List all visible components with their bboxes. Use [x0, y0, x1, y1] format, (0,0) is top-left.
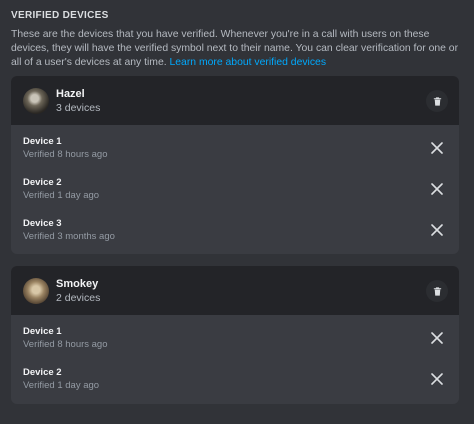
- verified-devices-panel: VERIFIED DEVICES These are the devices t…: [0, 0, 474, 424]
- section-title: VERIFIED DEVICES: [11, 10, 109, 21]
- remove-device-button[interactable]: [429, 222, 445, 238]
- clear-all-devices-button[interactable]: [426, 280, 448, 302]
- device-row: Device 1 Verified 8 hours ago: [11, 128, 459, 169]
- device-list: Device 1 Verified 8 hours ago Device 2 V…: [11, 315, 459, 400]
- user-name: Smokey: [56, 277, 99, 290]
- device-row: Device 3 Verified 3 months ago: [11, 210, 459, 251]
- device-list: Device 1 Verified 8 hours ago Device 2 V…: [11, 125, 459, 251]
- device-row: Device 2 Verified 1 day ago: [11, 169, 459, 210]
- device-verified-time: Verified 3 months ago: [23, 231, 115, 242]
- remove-device-button[interactable]: [429, 330, 445, 346]
- device-name: Device 1: [23, 136, 62, 147]
- device-name: Device 3: [23, 218, 62, 229]
- device-verified-time: Verified 8 hours ago: [23, 149, 108, 160]
- device-count: 2 devices: [56, 291, 101, 304]
- device-verified-time: Verified 1 day ago: [23, 190, 100, 201]
- user-card-header: Smokey 2 devices: [11, 266, 459, 315]
- user-name: Hazel: [56, 87, 85, 100]
- remove-device-button[interactable]: [429, 140, 445, 156]
- clear-all-devices-button[interactable]: [426, 90, 448, 112]
- close-icon: [431, 224, 443, 236]
- device-name: Device 1: [23, 326, 62, 337]
- device-row: Device 2 Verified 1 day ago: [11, 359, 459, 400]
- avatar: [23, 87, 49, 114]
- user-card-header: Hazel 3 devices: [11, 76, 459, 125]
- trash-icon: [433, 96, 441, 106]
- close-icon: [431, 332, 443, 344]
- device-verified-time: Verified 1 day ago: [23, 380, 100, 391]
- avatar: [23, 277, 49, 304]
- user-info: Hazel 3 devices: [56, 87, 100, 115]
- learn-more-link[interactable]: Learn more about verified devices: [170, 57, 327, 68]
- remove-device-button[interactable]: [429, 371, 445, 387]
- device-count: 3 devices: [56, 101, 101, 114]
- section-description: These are the devices that you have veri…: [11, 28, 463, 70]
- user-info: Smokey 2 devices: [56, 277, 100, 305]
- close-icon: [431, 142, 443, 154]
- device-verified-time: Verified 8 hours ago: [23, 339, 108, 350]
- device-name: Device 2: [23, 177, 62, 188]
- remove-device-button[interactable]: [429, 181, 445, 197]
- device-name: Device 2: [23, 367, 62, 378]
- close-icon: [431, 183, 443, 195]
- trash-icon: [433, 286, 441, 296]
- device-row: Device 1 Verified 8 hours ago: [11, 318, 459, 359]
- user-card-hazel: Hazel 3 devices Device 1 Verified 8 hour…: [11, 76, 459, 254]
- close-icon: [431, 373, 443, 385]
- user-card-smokey: Smokey 2 devices Device 1 Verified 8 hou…: [11, 266, 459, 404]
